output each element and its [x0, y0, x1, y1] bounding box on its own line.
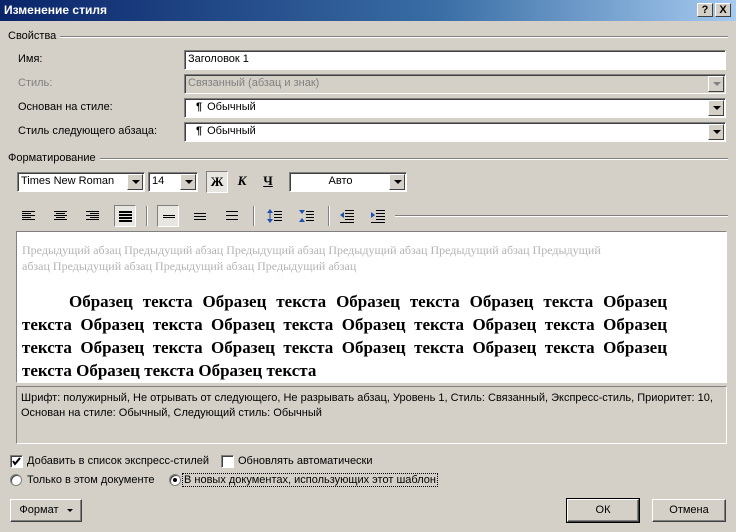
- font-name-select[interactable]: Times New Roman: [17, 172, 145, 192]
- paragraph-mark-icon: ¶: [196, 101, 203, 113]
- next-style-label: Стиль следующего абзаца:: [18, 125, 158, 137]
- next-style-dropdown-icon[interactable]: [708, 124, 724, 140]
- new-documents-radio[interactable]: [169, 474, 181, 486]
- help-button[interactable]: ?: [697, 3, 713, 17]
- properties-divider: [60, 36, 728, 38]
- align-left-button[interactable]: [18, 205, 40, 227]
- name-input[interactable]: Заголовок 1: [184, 50, 726, 70]
- next-style-value: Обычный: [207, 125, 256, 137]
- align-center-icon: [54, 211, 67, 220]
- style-preview: Предыдущий абзац Предыдущий абзац Предыд…: [16, 231, 727, 383]
- window-title: Изменение стиля: [4, 3, 107, 17]
- increase-indent-button[interactable]: [367, 205, 389, 227]
- next-style-select[interactable]: ¶ Обычный: [184, 122, 726, 142]
- close-button[interactable]: X: [715, 3, 731, 17]
- formatting-group-label: Форматирование: [8, 152, 96, 164]
- increase-spacing-before-button[interactable]: [264, 205, 286, 227]
- justify-button[interactable]: [114, 205, 136, 227]
- one-half-spacing-icon: [194, 213, 206, 220]
- font-color-value: Авто: [328, 175, 353, 187]
- font-size-select[interactable]: 14: [148, 172, 198, 192]
- style-description: Шрифт: полужирный, Не отрывать от следую…: [16, 386, 727, 444]
- font-color-select[interactable]: Авто: [289, 172, 407, 192]
- double-spacing-button[interactable]: [221, 205, 243, 227]
- font-size-value: 14: [152, 175, 165, 187]
- checkmark-icon: [12, 457, 21, 466]
- new-documents-label[interactable]: В новых документах, использующих этот ша…: [182, 473, 438, 487]
- auto-update-checkbox[interactable]: [221, 455, 234, 468]
- only-this-document-radio[interactable]: [10, 474, 22, 486]
- previous-paragraph-text: Предыдущий абзац Предыдущий абзац Предыд…: [22, 243, 601, 273]
- cancel-button[interactable]: Отмена: [652, 499, 726, 522]
- sample-text: Образец текста Образец текста Образец те…: [22, 292, 667, 380]
- style-type-label: Стиль:: [18, 77, 53, 89]
- auto-update-label[interactable]: Обновлять автоматически: [238, 455, 373, 467]
- font-size-dropdown-icon[interactable]: [180, 174, 196, 190]
- toolbar-divider: [395, 215, 728, 217]
- formatting-divider: [100, 158, 728, 160]
- properties-group-label: Свойства: [8, 30, 57, 42]
- decrease-spacing-before-button[interactable]: [296, 205, 318, 227]
- justify-icon: [119, 211, 132, 222]
- name-label: Имя:: [18, 53, 43, 65]
- single-spacing-icon: [163, 215, 175, 218]
- based-on-select[interactable]: ¶ Обычный: [184, 98, 726, 118]
- format-button[interactable]: Формат: [10, 499, 82, 522]
- align-center-button[interactable]: [50, 205, 72, 227]
- based-on-dropdown-icon[interactable]: [708, 100, 724, 116]
- one-half-spacing-button[interactable]: [189, 205, 211, 227]
- toolbar-separator: [253, 206, 255, 226]
- spacing-up-icon: [267, 209, 282, 223]
- decrease-indent-button[interactable]: [336, 205, 358, 227]
- style-type-value: Связанный (абзац и знак): [188, 77, 320, 89]
- format-button-label: Формат: [19, 504, 59, 516]
- outdent-icon: [340, 210, 354, 223]
- italic-button[interactable]: К: [231, 171, 253, 193]
- toolbar-separator: [328, 206, 330, 226]
- single-spacing-button[interactable]: [157, 205, 179, 227]
- style-type-dropdown-icon: [708, 76, 724, 92]
- indent-icon: [371, 210, 385, 223]
- dropdown-arrow-icon: [66, 508, 73, 512]
- ok-button[interactable]: ОК: [566, 498, 640, 523]
- font-name-value: Times New Roman: [21, 175, 115, 187]
- paragraph-mark-icon: ¶: [196, 125, 203, 137]
- align-left-icon: [22, 211, 35, 220]
- based-on-label: Основан на стиле:: [18, 101, 113, 113]
- add-to-quick-styles-label[interactable]: Добавить в список экспресс-стилей: [27, 455, 209, 467]
- toolbar-separator: [146, 206, 148, 226]
- title-bar: Изменение стиля ? X: [0, 0, 736, 21]
- font-color-dropdown-icon[interactable]: [389, 174, 405, 190]
- underline-button[interactable]: Ч: [257, 171, 279, 193]
- only-this-document-label[interactable]: Только в этом документе: [27, 474, 155, 486]
- align-right-button[interactable]: [82, 205, 104, 227]
- bold-button[interactable]: Ж: [206, 171, 228, 193]
- double-spacing-icon: [226, 211, 238, 220]
- style-type-select: Связанный (абзац и знак): [184, 74, 726, 94]
- font-name-dropdown-icon[interactable]: [127, 174, 143, 190]
- spacing-down-icon: [299, 210, 314, 222]
- align-right-icon: [86, 211, 99, 220]
- based-on-value: Обычный: [207, 101, 256, 113]
- add-to-quick-styles-checkbox[interactable]: [10, 455, 23, 468]
